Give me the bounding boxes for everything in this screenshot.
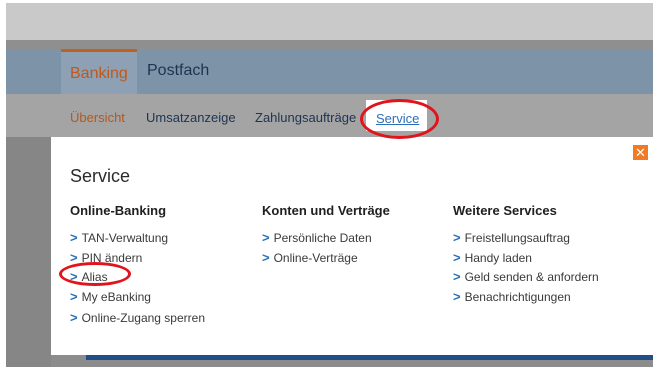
chevron-right-icon: > <box>70 289 78 304</box>
column-heading-weitere-services: Weitere Services <box>453 203 557 218</box>
chevron-right-icon: > <box>453 230 461 245</box>
link-label: My eBanking <box>81 290 151 304</box>
chevron-right-icon: > <box>70 230 78 245</box>
top-header-strip <box>6 3 653 40</box>
link-online-zugang-sperren[interactable]: > Online-Zugang sperren <box>70 310 205 325</box>
chevron-right-icon: > <box>262 230 270 245</box>
link-my-ebanking[interactable]: > My eBanking <box>70 289 151 304</box>
tab-banking[interactable]: Banking <box>61 49 137 94</box>
left-background-strip <box>6 137 51 367</box>
panel-title: Service <box>70 166 131 186</box>
chevron-right-icon: > <box>453 269 461 284</box>
link-label: Benachrichtigungen <box>464 290 571 304</box>
link-label: Freistellungsauftrag <box>464 231 570 245</box>
bottom-accent-bar <box>86 355 653 360</box>
highlight-oval-service <box>360 99 439 139</box>
chevron-right-icon: > <box>70 310 78 325</box>
link-label: TAN-Verwaltung <box>81 231 169 245</box>
link-label: Geld senden & anfordern <box>464 270 599 284</box>
link-freistellungsauftrag[interactable]: > Freistellungsauftrag <box>453 230 570 245</box>
link-online-vertraege[interactable]: > Online-Verträge <box>262 250 358 265</box>
chevron-right-icon: > <box>262 250 270 265</box>
link-label: Online-Verträge <box>273 251 358 265</box>
highlight-oval-alias <box>59 262 131 286</box>
link-persoenliche-daten[interactable]: > Persönliche Daten <box>262 230 372 245</box>
link-handy-laden[interactable]: > Handy laden <box>453 250 532 265</box>
subnav-umsatzanzeige[interactable]: Umsatzanzeige <box>146 110 236 125</box>
column-heading-online-banking: Online-Banking <box>70 203 167 218</box>
column-heading-konten-vertraege: Konten und Verträge <box>262 203 390 218</box>
link-benachrichtigungen[interactable]: > Benachrichtigungen <box>453 289 571 304</box>
link-label: Handy laden <box>464 251 532 265</box>
subnav-uebersicht[interactable]: Übersicht <box>70 110 125 125</box>
link-tan-verwaltung[interactable]: > TAN-Verwaltung <box>70 230 168 245</box>
chevron-right-icon: > <box>453 250 461 265</box>
link-label: Persönliche Daten <box>273 231 372 245</box>
tab-postfach[interactable]: Postfach <box>147 62 209 80</box>
chevron-right-icon: > <box>453 289 461 304</box>
link-geld-senden-anfordern[interactable]: > Geld senden & anfordern <box>453 269 599 284</box>
close-icon[interactable]: ✕ <box>633 145 648 160</box>
subnav-zahlungsauftraege[interactable]: Zahlungsaufträge <box>255 110 356 125</box>
link-label: Online-Zugang sperren <box>81 311 205 325</box>
